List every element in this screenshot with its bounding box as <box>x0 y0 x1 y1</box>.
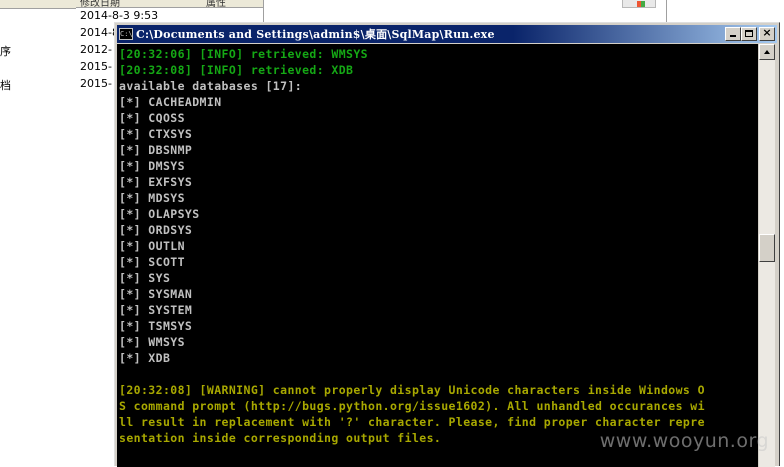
windows-flag-icon <box>637 1 645 7</box>
console-line: [*] OUTLN <box>119 239 185 253</box>
file-name-fragment: 序 <box>0 45 11 58</box>
console-line: [*] CACHEADMIN <box>119 95 222 109</box>
maximize-button[interactable] <box>741 27 757 41</box>
console-line: [*] EXFSYS <box>119 175 193 189</box>
minimize-icon <box>730 35 736 37</box>
close-button[interactable]: × <box>759 26 775 41</box>
console-line: S command prompt (http://bugs.python.org… <box>119 399 705 413</box>
console-app-icon[interactable]: C:\ <box>119 28 133 40</box>
maximize-icon <box>745 30 753 37</box>
arrow-up-icon <box>764 50 770 54</box>
console-titlebar[interactable]: C:\ C:\Documents and Settings\admin$\桌面\… <box>117 25 777 43</box>
date-cell: 2015- <box>80 60 112 73</box>
console-line: sentation inside corresponding output fi… <box>119 431 442 445</box>
date-cell: 2015- <box>80 77 112 90</box>
console-line: [*] MDSYS <box>119 191 185 205</box>
scrollbar-thumb[interactable] <box>759 234 775 262</box>
date-cell: 2014-8-3 9:53 <box>80 9 159 22</box>
console-line: [*] XDB <box>119 351 171 365</box>
console-line: [20:32:06] [INFO] retrieved: WMSYS <box>119 47 369 61</box>
console-line: [*] WMSYS <box>119 335 185 349</box>
console-line: [*] TSMSYS <box>119 319 193 333</box>
window-controls: × <box>725 26 775 41</box>
console-line: [*] SYS <box>119 271 171 285</box>
scroll-up-button[interactable] <box>759 44 775 60</box>
windows-logo-icon[interactable] <box>622 0 656 8</box>
console-output[interactable]: [20:32:06] [INFO] retrieved: WMSYS [20:32… <box>117 44 758 467</box>
close-icon: × <box>762 26 772 39</box>
file-name-fragment: 档 <box>0 79 11 92</box>
console-line: [*] DMSYS <box>119 159 185 173</box>
console-line: [*] DBSNMP <box>119 143 193 157</box>
console-line: ll result in replacement with '?' charac… <box>119 415 705 429</box>
explorer-left-header <box>0 0 76 9</box>
console-line: [*] SCOTT <box>119 255 185 269</box>
minimize-button[interactable] <box>725 27 741 41</box>
pane-divider <box>666 0 667 22</box>
console-line: [*] OLAPSYS <box>119 207 200 221</box>
console-line: available databases [17]: <box>119 79 303 93</box>
console-line: [*] ORDSYS <box>119 223 193 237</box>
console-line: [20:32:08] [INFO] retrieved: XDB <box>119 63 354 77</box>
date-cell: 2012- <box>80 43 112 56</box>
window-title: C:\Documents and Settings\admin$\桌面\SqlM… <box>136 28 495 41</box>
console-window: C:\ C:\Documents and Settings\admin$\桌面\… <box>114 22 780 467</box>
console-line: [20:32:08] [WARNING] cannot properly dis… <box>119 383 705 397</box>
column-header-attributes[interactable]: 属性 <box>202 0 264 8</box>
console-line: [*] SYSTEM <box>119 303 193 317</box>
vertical-scrollbar[interactable] <box>758 44 775 467</box>
console-line: [*] SYSMAN <box>119 287 193 301</box>
console-line: [*] CQOSS <box>119 111 185 125</box>
console-line: [*] CTXSYS <box>119 127 193 141</box>
